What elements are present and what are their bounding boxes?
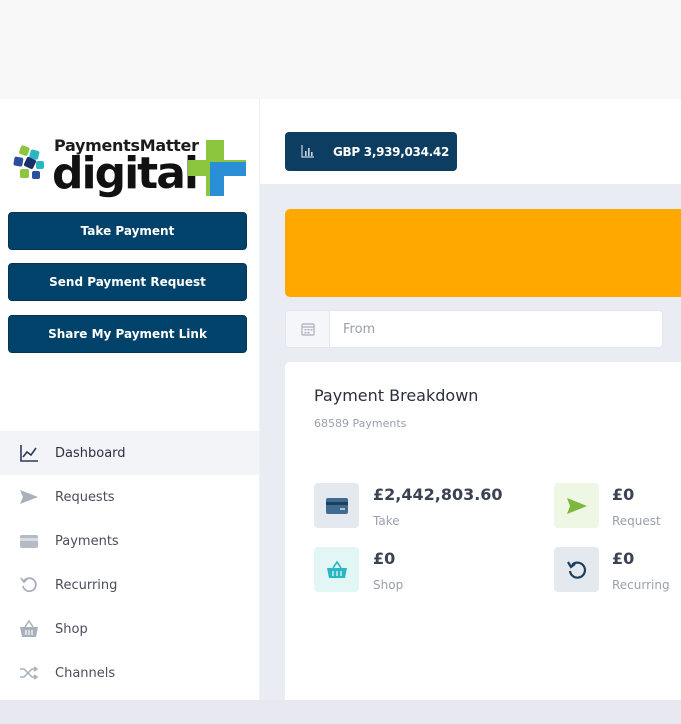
shop-label: Shop: [373, 578, 404, 592]
sidebar: PaymentsMatter digital Take Payment Send…: [0, 99, 260, 700]
card-title: Payment Breakdown: [314, 386, 479, 405]
top-blank-area: [0, 0, 681, 99]
chart-line-icon: [20, 445, 38, 462]
take-value: £2,442,803.60: [373, 485, 503, 504]
nav-label: Payments: [55, 533, 119, 549]
nav-item-dashboard[interactable]: Dashboard: [0, 431, 259, 475]
payment-breakdown-card: Payment Breakdown 68589 Payments £2,442,…: [285, 362, 681, 702]
from-date-input[interactable]: [331, 311, 661, 347]
basket-icon: [326, 560, 347, 578]
nav-label: Shop: [55, 621, 88, 637]
card-icon: [325, 497, 348, 514]
nav-label: Channels: [55, 665, 116, 681]
recurring-value: £0: [612, 549, 635, 568]
request-label: Request: [612, 514, 661, 528]
recurring-stat-tile: [554, 547, 599, 592]
nav-item-requests[interactable]: Requests: [0, 475, 259, 519]
nav-item-channels[interactable]: Channels: [0, 651, 259, 695]
logo-plus-icon: [188, 140, 246, 196]
recurring-icon: [566, 560, 586, 579]
logo-mark-icon: [13, 145, 44, 179]
card-icon: [20, 535, 38, 548]
basket-icon: [20, 619, 38, 637]
nav-item-payments[interactable]: Payments: [0, 519, 259, 563]
calendar-icon: [301, 323, 315, 336]
balance-amount: GBP 3,939,034.42: [333, 144, 449, 159]
share-payment-link-button[interactable]: Share My Payment Link: [8, 315, 247, 353]
take-payment-button[interactable]: Take Payment: [8, 212, 247, 250]
payment-count: 68589 Payments: [314, 417, 407, 430]
nav-item-shop[interactable]: Shop: [0, 607, 259, 651]
nav-label: Requests: [55, 489, 115, 505]
take-label: Take: [373, 514, 400, 528]
brand-logo[interactable]: PaymentsMatter digital: [10, 134, 250, 204]
recurring-icon: [20, 577, 37, 593]
shop-value: £0: [373, 549, 396, 568]
notice-banner: [285, 209, 681, 297]
shuffle-icon: [20, 666, 39, 680]
recurring-label: Recurring: [612, 578, 670, 592]
balance-button[interactable]: GBP 3,939,034.42: [285, 132, 457, 171]
send-payment-request-button[interactable]: Send Payment Request: [8, 263, 247, 301]
nav-label: Recurring: [55, 577, 118, 593]
take-stat-tile: [314, 483, 359, 528]
date-icon-cell[interactable]: [286, 311, 330, 347]
request-stat-tile: [554, 483, 599, 528]
bar-chart-icon: [301, 145, 314, 158]
bottom-strip: [0, 700, 681, 724]
request-value: £0: [612, 485, 635, 504]
date-filter: [285, 310, 663, 348]
nav-item-recurring[interactable]: Recurring: [0, 563, 259, 607]
send-icon: [566, 497, 587, 514]
nav-label: Dashboard: [55, 445, 126, 461]
logo-title: digital: [52, 148, 199, 199]
send-icon: [20, 490, 38, 504]
shop-stat-tile: [314, 547, 359, 592]
